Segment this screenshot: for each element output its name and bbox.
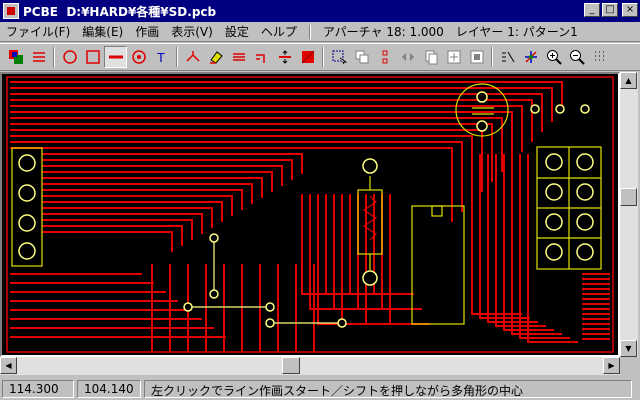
right-connector-pad: [576, 213, 594, 231]
toolbar-separator: [322, 47, 324, 67]
status-bar: 114.300 104.140 左クリックでライン作画スタート／シフトを押しなが…: [0, 377, 640, 400]
circle-icon[interactable]: [58, 46, 81, 68]
toolbar-separator: [176, 47, 178, 67]
right-connector-pad: [545, 183, 563, 201]
menu-edit[interactable]: 編集(E): [76, 23, 129, 40]
scroll-left-button[interactable]: ◀: [0, 357, 17, 374]
copy-icon[interactable]: [350, 46, 373, 68]
resistor-pad: [362, 270, 378, 286]
right-connector-pad: [576, 183, 594, 201]
menu-bar: ファイル(F) 編集(E) 作画 表示(V) 設定 ヘルプ アパーチャ 18: …: [0, 22, 640, 42]
right-connector-pad: [545, 213, 563, 231]
menu-separator: [308, 24, 311, 39]
left-connector-pad: [18, 214, 36, 232]
text-icon[interactable]: T: [150, 46, 173, 68]
menu-help[interactable]: ヘルプ: [255, 23, 303, 40]
left-connector-pad: [18, 184, 36, 202]
status-message: 左クリックでライン作画スタート／シフトを押しながら多角形の中心: [144, 379, 632, 398]
horizontal-scrollbar[interactable]: ◀ ▶: [0, 357, 620, 375]
y-coordinate: 104.140: [77, 379, 141, 398]
app-icon[interactable]: [3, 3, 19, 19]
trimmer-pad: [476, 91, 488, 103]
duplicate-icon[interactable]: [419, 46, 442, 68]
layer-color-icon[interactable]: [4, 46, 27, 68]
app-name: PCBE: [23, 4, 58, 19]
aperture-indicator: アパーチャ 18: 1.000: [322, 25, 444, 39]
window-title: PCBE D:¥HARD¥各種¥SD.pcb: [23, 3, 216, 20]
right-connector-pad: [545, 153, 563, 171]
jumper-pad: [209, 289, 219, 299]
fill-icon[interactable]: [296, 46, 319, 68]
zoom-in-icon[interactable]: [542, 46, 565, 68]
menu-settings[interactable]: 設定: [219, 23, 255, 40]
pcb-layout-svg[interactable]: [2, 74, 618, 355]
maximize-button[interactable]: □: [602, 3, 618, 17]
menu-file[interactable]: ファイル(F): [0, 23, 76, 40]
pcb-canvas[interactable]: [0, 72, 620, 357]
left-connector-pad: [18, 242, 36, 260]
toolbar-separator: [491, 47, 493, 67]
scroll-right-button[interactable]: ▶: [603, 357, 620, 374]
move-icon[interactable]: [373, 46, 396, 68]
menu-draw[interactable]: 作画: [129, 23, 165, 40]
zoom-out-icon[interactable]: [565, 46, 588, 68]
scroll-down-button[interactable]: ▼: [620, 340, 637, 357]
vertical-scroll-thumb[interactable]: [620, 188, 637, 206]
measure-icon[interactable]: [496, 46, 519, 68]
group-icon[interactable]: [465, 46, 488, 68]
top-right-pad: [555, 104, 565, 114]
rectangle-icon[interactable]: [81, 46, 104, 68]
array-icon[interactable]: [442, 46, 465, 68]
pad-icon[interactable]: [127, 46, 150, 68]
jumper-pad: [337, 318, 347, 328]
jumper-pad: [183, 302, 193, 312]
corner-icon[interactable]: [250, 46, 273, 68]
resistor-pad: [362, 158, 378, 174]
scrollbar-corner: [620, 357, 638, 375]
select-icon[interactable]: [327, 46, 350, 68]
grid-icon[interactable]: [588, 46, 611, 68]
minimize-button[interactable]: _: [584, 3, 600, 17]
eraser-icon[interactable]: [204, 46, 227, 68]
horizontal-scroll-thumb[interactable]: [282, 357, 300, 374]
junction-icon[interactable]: [181, 46, 204, 68]
bus-icon[interactable]: [227, 46, 250, 68]
layer-indicator: レイヤー 1: パターン1: [455, 25, 578, 39]
close-button[interactable]: ×: [622, 3, 638, 17]
right-connector-pad: [576, 153, 594, 171]
origin-icon[interactable]: [519, 46, 542, 68]
file-path: D:¥HARD¥各種¥SD.pcb: [66, 4, 217, 19]
x-coordinate: 114.300: [2, 379, 74, 398]
svg-text:T: T: [157, 50, 165, 65]
menu-view[interactable]: 表示(V): [165, 23, 219, 40]
scroll-up-button[interactable]: ▲: [620, 72, 637, 89]
line-icon[interactable]: [104, 46, 127, 68]
jumper-pad: [265, 302, 275, 312]
jumper-pad: [209, 233, 219, 243]
resize-icon[interactable]: [273, 46, 296, 68]
toolbar-separator: [53, 47, 55, 67]
top-right-pad: [530, 104, 540, 114]
mirror-icon[interactable]: [396, 46, 419, 68]
jumper-pad: [265, 318, 275, 328]
right-connector-pad: [576, 243, 594, 261]
title-bar: PCBE D:¥HARD¥各種¥SD.pcb _ □ ×: [0, 0, 640, 22]
vertical-scrollbar[interactable]: ▲ ▼: [620, 72, 638, 357]
left-connector-pad: [18, 154, 36, 172]
top-right-pad: [580, 104, 590, 114]
toolbar: T: [0, 43, 640, 71]
right-connector-pad: [545, 243, 563, 261]
route-icon[interactable]: [27, 46, 50, 68]
trimmer-pad: [476, 120, 488, 132]
